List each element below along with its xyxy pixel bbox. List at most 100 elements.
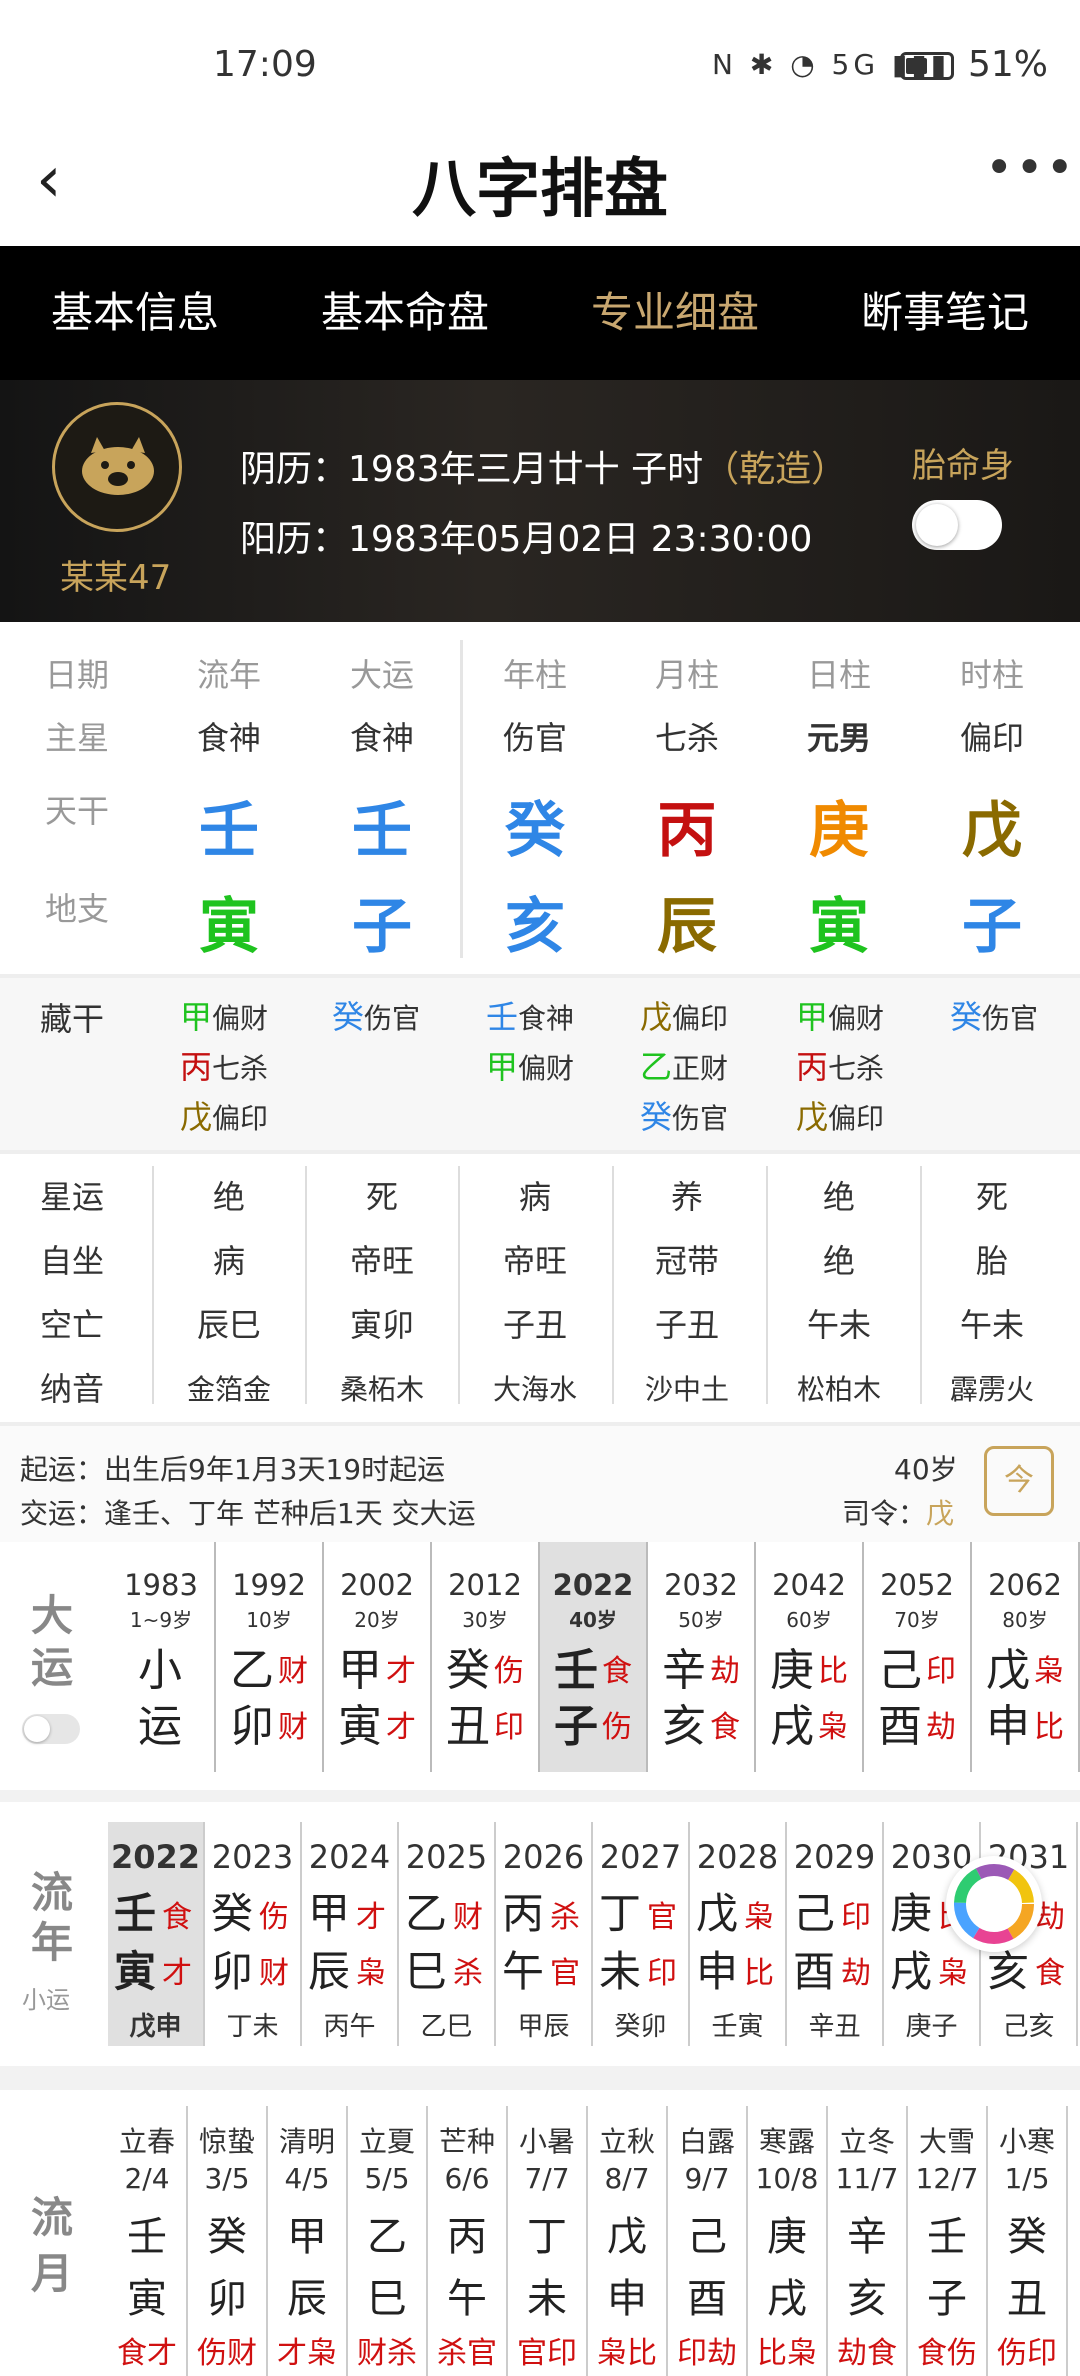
liuyue-column[interactable]: 惊蛰 3/5 癸卯伤财 [188, 2106, 268, 2376]
zhuxing-2: 食神 [349, 719, 414, 757]
dayun-column[interactable]: 1983 1~9岁小运 [108, 1542, 216, 1772]
liuyue-term: 芒种 [438, 2125, 495, 2158]
tiangan-4[interactable]: 庚 [762, 782, 916, 869]
dayun-tag: 食 [710, 1710, 740, 1745]
liuyue-column[interactable]: 寒露 10/8 庚戌比枭 [748, 2106, 828, 2376]
avatar-pig-icon[interactable] [52, 402, 182, 532]
canggan-item: 癸伤官 [950, 992, 1038, 1038]
liuyue-column[interactable]: 立秋 8/7 戊申枭比 [588, 2106, 668, 2376]
xingyun-cell: 绝 [822, 1242, 855, 1280]
liunian-year: 2028 [696, 1838, 779, 1876]
liunian-tag: 才 [356, 1900, 386, 1935]
liunian-column[interactable]: 2025 乙巳财杀乙巳 [399, 1822, 496, 2046]
dayun-column[interactable]: 2052 70岁己酉印劫 [864, 1542, 972, 1772]
liunian-column[interactable]: 2023 癸卯伤财丁未 [205, 1822, 302, 2046]
today-calendar-button[interactable]: 今 [984, 1446, 1054, 1516]
liuyue-stem: 癸 [207, 2214, 247, 2260]
liunian-year: 2022 [110, 1838, 201, 1876]
liuyue-tag: 财杀 [357, 2336, 417, 2371]
dayun-tag: 比 [818, 1654, 848, 1689]
dayun-column[interactable]: 1992 10岁乙卯财财 [216, 1542, 324, 1772]
dayun-stem: 戊 [986, 1645, 1030, 1696]
liunian-xiaoyun: 辛丑 [808, 2012, 861, 2042]
liunian-year: 2027 [599, 1838, 682, 1876]
zhuxing-6: 偏印 [959, 719, 1024, 757]
liunian-stem: 丁 [599, 1889, 642, 1938]
dayun-tag: 财 [278, 1654, 308, 1689]
dayun-toggle[interactable] [22, 1714, 80, 1744]
dayun-tag: 劫 [710, 1654, 740, 1689]
dayun-branch: 卯 [230, 1701, 274, 1752]
lunar-date: 阴历：1983年三月廿十 子时（乾造） [240, 449, 848, 490]
dayun-column[interactable]: 2042 60岁庚戌比枭 [756, 1542, 864, 1772]
dayun-column[interactable]: 2062 80岁戊申枭比 [972, 1542, 1080, 1772]
liunian-tag: 比 [744, 1956, 774, 1991]
liunian-column[interactable]: 2028 戊申枭比壬寅 [690, 1822, 787, 2046]
liuyue-column[interactable]: 小暑 7/7 丁未官印 [508, 2106, 588, 2376]
dayun-tag: 印 [494, 1710, 524, 1745]
liunian-column[interactable]: 2029 己酉印劫辛丑 [787, 1822, 884, 2046]
canggan-item: 丙七杀 [180, 1042, 268, 1088]
liuyue-branch: 辰 [287, 2276, 327, 2322]
liunian-column[interactable]: 2027 丁未官印癸卯 [593, 1822, 690, 2046]
header-3: 年柱 [502, 656, 567, 694]
dizhi-0[interactable]: 寅 [152, 878, 306, 965]
liunian-xiaoyun: 己亥 [1002, 2012, 1055, 2042]
tab-basic-chart[interactable]: 基本命盘 [270, 246, 540, 380]
dayun-year: 2012 [448, 1568, 522, 1602]
tab-basic-info[interactable]: 基本信息 [0, 246, 270, 380]
taimingshen-toggle[interactable] [912, 500, 1002, 550]
liunian-xiaoyun: 庚子 [905, 2012, 958, 2042]
tab-notes[interactable]: 断事笔记 [810, 246, 1080, 380]
dayun-column[interactable]: 2002 20岁甲寅才才 [324, 1542, 432, 1772]
dayun-age: 1~9岁 [129, 1608, 193, 1632]
liuyue-stem: 丁 [527, 2214, 567, 2260]
profile-header: 某某47 阴历：1983年三月廿十 子时（乾造） 阳历：1983年05月02日 … [0, 380, 1080, 622]
liuyue-column[interactable]: 白露 9/7 己酉印劫 [668, 2106, 748, 2376]
dayun-tag: 财 [278, 1710, 308, 1745]
tiangan-3[interactable]: 丙 [610, 782, 764, 869]
liuyue-branch: 申 [607, 2276, 647, 2322]
canggan-star: 偏印 [672, 1002, 729, 1035]
liuyue-tag: 才枭 [277, 2336, 337, 2371]
liuyue-column[interactable]: 立春 2/4 壬寅食才 [108, 2106, 188, 2376]
liuyue-column[interactable]: 大雪 12/7 壬子食伤 [908, 2106, 988, 2376]
liunian-tag: 枭 [744, 1900, 774, 1935]
liuyue-term: 立冬 [838, 2125, 895, 2158]
canggan-star: 偏财 [518, 1052, 575, 1085]
more-options-icon[interactable]: ••• [985, 140, 1076, 196]
tiangan-0[interactable]: 壬 [152, 782, 306, 869]
dizhi-5[interactable]: 子 [915, 878, 1069, 965]
dizhi-4[interactable]: 寅 [762, 878, 916, 965]
dayun-column[interactable]: 2022 40岁壬子食伤 [540, 1542, 648, 1772]
liunian-column[interactable]: 2024 甲辰才枭丙午 [302, 1822, 399, 2046]
liuyue-column[interactable]: 立夏 5/5 乙巳财杀 [348, 2106, 428, 2376]
canggan-item: 丙七杀 [796, 1042, 884, 1088]
dayun-tag: 印 [926, 1654, 956, 1689]
tiangan-2[interactable]: 癸 [458, 782, 612, 869]
dayun-tag: 比 [1034, 1710, 1064, 1745]
dizhi-1[interactable]: 子 [305, 878, 459, 965]
liunian-xiaoyun: 癸卯 [614, 2012, 667, 2042]
title-bar: ‹ 八字排盘 ••• [0, 130, 1080, 246]
liuyue-column[interactable]: 芒种 6/6 丙午杀官 [428, 2106, 508, 2376]
liuyue-column[interactable]: 清明 4/5 甲辰才枭 [268, 2106, 348, 2376]
dayun-column[interactable]: 2032 50岁辛亥劫食 [648, 1542, 756, 1772]
profile-name: 某某47 [60, 558, 172, 598]
liunian-tag: 财 [453, 1900, 483, 1935]
liunian-column[interactable]: 2022 壬寅食才戊申 [108, 1822, 205, 2046]
dizhi-2[interactable]: 亥 [458, 878, 612, 965]
dayun-branch: 戌 [770, 1701, 814, 1752]
tiangan-1[interactable]: 壬 [305, 782, 459, 869]
dizhi-3[interactable]: 辰 [610, 878, 764, 965]
tiangan-5[interactable]: 戊 [915, 782, 1069, 869]
color-wheel-icon[interactable] [946, 1856, 1042, 1952]
dayun-column[interactable]: 2012 30岁癸丑伤印 [432, 1542, 540, 1772]
liuyue-column[interactable]: 立冬 11/7 辛亥劫食 [828, 2106, 908, 2376]
liunian-column[interactable]: 2026 丙午杀官甲辰 [496, 1822, 593, 2046]
liuyue-column[interactable]: 小寒 1/5 癸丑伤印 [988, 2106, 1068, 2376]
tab-professional-chart[interactable]: 专业细盘 [540, 246, 810, 380]
liunian-year: 2024 [308, 1838, 391, 1876]
canggan-stem: 甲 [180, 998, 213, 1036]
dayun-stem: 癸 [446, 1645, 490, 1696]
